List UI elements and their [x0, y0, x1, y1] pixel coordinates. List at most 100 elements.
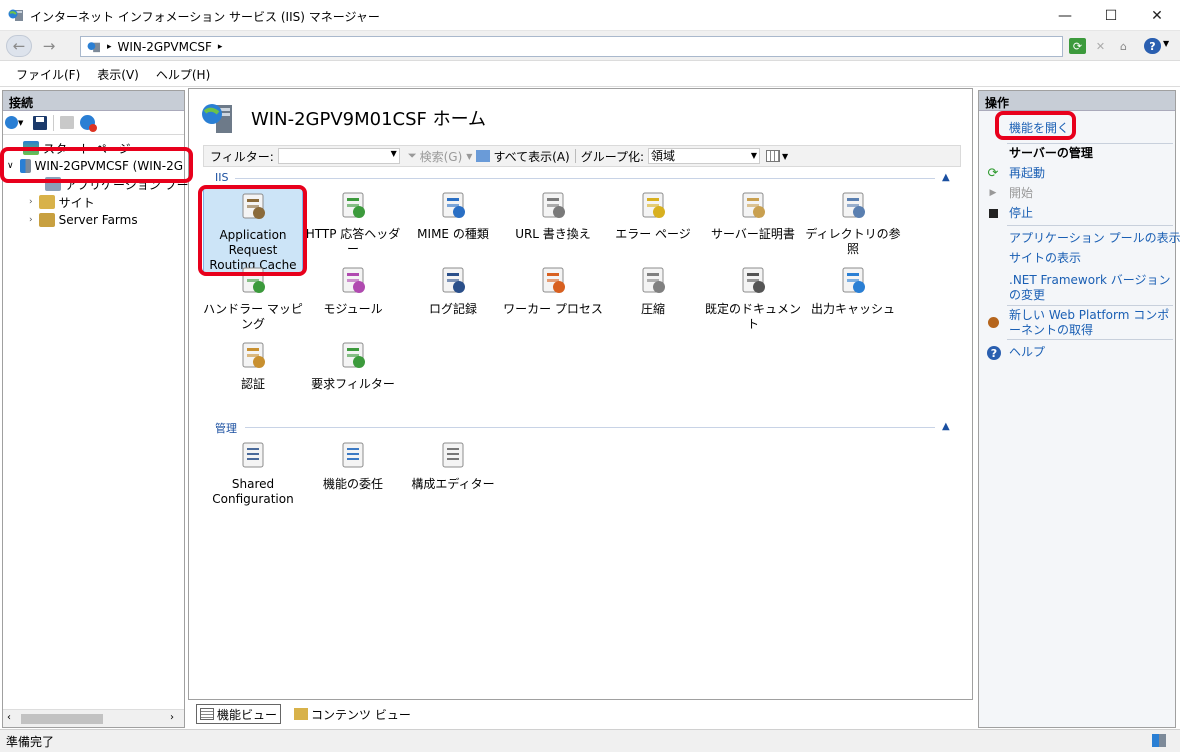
restart-icon: ⟳ [987, 165, 999, 181]
feature-label: ワーカー プロセス [503, 302, 603, 316]
action-separator [1007, 225, 1173, 226]
feature-label: サーバー証明書 [711, 227, 795, 241]
tree-item-app-pools[interactable]: アプリケーション プール [45, 175, 201, 193]
feature-request-filtering[interactable]: 要求フィルター [303, 337, 403, 409]
title-bar: インターネット インフォメーション サービス (IIS) マネージャー — ☐ … [0, 0, 1180, 31]
tab-label: 機能ビュー [217, 707, 278, 722]
feature-label: Shared Configuration [212, 477, 294, 506]
feature-arr-cache[interactable]: Application Request Routing Cache [203, 187, 303, 273]
back-button[interactable]: ← [6, 35, 32, 57]
home-icon[interactable]: ⌂ [1115, 38, 1132, 54]
group-by-select[interactable]: 領域 ▼ [648, 148, 761, 164]
action-separator [1007, 143, 1173, 144]
feature-handler-mappings[interactable]: ハンドラー マッピング [203, 262, 303, 334]
collapse-management-icon[interactable]: ▲ [942, 421, 950, 432]
scroll-right-icon[interactable]: › [170, 712, 174, 723]
address-bar: ← → ▸ WIN-2GPVMCSF ▸ ⟳ ✕ ⌂ ? ▼ [0, 31, 1180, 61]
feature-configuration-editor[interactable]: 構成エディター [403, 437, 503, 509]
feature-label: ディレクトリの参照 [805, 227, 901, 256]
menu-help[interactable]: ヘルプ(H) [156, 66, 210, 83]
scroll-left-icon[interactable]: ‹ [7, 712, 11, 723]
filter-input[interactable]: ▼ [277, 148, 400, 164]
help-icon[interactable]: ? [1144, 38, 1161, 54]
group-divider [245, 427, 935, 428]
restart-link[interactable]: 再起動 [1009, 166, 1045, 181]
menu-file[interactable]: ファイル(F) [16, 66, 80, 83]
feature-output-caching[interactable]: 出力キャッシュ [803, 262, 903, 334]
logging-icon [437, 264, 469, 296]
feature-feature-delegation[interactable]: 機能の委任 [303, 437, 403, 509]
content-view-icon [294, 708, 309, 720]
save-icon[interactable] [33, 115, 47, 130]
feature-http-response-headers[interactable]: HTTP 応答ヘッダー [303, 187, 403, 259]
modules-icon [337, 264, 369, 296]
stop-icon [987, 207, 999, 219]
forward-button[interactable]: → [36, 35, 62, 57]
collapse-iis-icon[interactable]: ▲ [942, 172, 950, 183]
compression-icon [637, 264, 669, 296]
tree-item-start-page[interactable]: スタート ページ [23, 139, 131, 157]
minimize-button[interactable]: — [1042, 0, 1088, 31]
search-label: 検索(G) [419, 149, 463, 164]
tab-content-view[interactable]: コンテンツ ビュー [291, 704, 414, 724]
disconnect-icon[interactable] [80, 115, 97, 132]
server-farms-icon [38, 213, 55, 227]
chevron-right-icon[interactable]: › [29, 215, 33, 225]
feature-authentication[interactable]: 認証 [203, 337, 303, 409]
view-sites-link[interactable]: サイトの表示 [1009, 251, 1081, 266]
feature-server-certificates[interactable]: サーバー証明書 [703, 187, 803, 259]
feature-error-pages[interactable]: エラー ページ [603, 187, 703, 259]
tree-item-server[interactable]: ∨ WIN-2GPVMCSF (WIN-2G [7, 157, 183, 175]
feature-mime-types[interactable]: MIME の種類 [403, 187, 503, 259]
scroll-thumb[interactable] [21, 714, 103, 724]
tab-features-view[interactable]: 機能ビュー [196, 704, 282, 724]
help-dropdown-icon[interactable]: ▼ [1163, 39, 1169, 48]
handler-mappings-icon [237, 264, 269, 296]
connections-toolbar: ▼ [3, 111, 184, 135]
horizontal-scrollbar[interactable]: ‹ › [3, 709, 184, 727]
actions-pane: 操作 機能を開く サーバーの管理 ⟳ 再起動 ▶ 開始 停止 アプリケーション … [978, 90, 1180, 728]
refresh-icon[interactable]: ⟳ [1069, 38, 1086, 54]
open-feature-link[interactable]: 機能を開く [1009, 121, 1069, 136]
feature-compression[interactable]: 圧縮 [603, 262, 703, 334]
feature-logging[interactable]: ログ記録 [403, 262, 503, 334]
address-path[interactable]: ▸ WIN-2GPVMCSF ▸ [80, 36, 1063, 57]
search-button[interactable]: ⏷ 検索(G) [408, 148, 462, 165]
search-dropdown-icon[interactable]: ▼ [466, 152, 472, 161]
connect-icon[interactable]: ▼ [5, 115, 27, 131]
feature-url-rewrite[interactable]: URL 書き換え [503, 187, 603, 259]
show-all-button[interactable]: すべて表示(A) [476, 148, 570, 165]
directory-browsing-icon [837, 189, 869, 221]
feature-delegation-icon [337, 439, 369, 471]
tree-item-sites[interactable]: › サイト [29, 193, 95, 211]
get-web-platform-link[interactable]: 新しい Web Platform コンポーネントの取得 [1009, 308, 1173, 338]
chevron-right-icon[interactable]: › [29, 197, 33, 207]
web-platform-icon [987, 316, 999, 328]
tree-item-server-farms[interactable]: › Server Farms [29, 211, 138, 229]
view-mode-button[interactable]: ▼ [766, 150, 788, 162]
menu-view[interactable]: 表示(V) [97, 66, 139, 83]
feature-worker-processes[interactable]: ワーカー プロセス [503, 262, 603, 334]
menu-bar: ファイル(F) 表示(V) ヘルプ(H) [0, 62, 1180, 87]
change-net-version-link[interactable]: .NET Framework バージョンの変更 [1009, 273, 1171, 303]
breadcrumb-server[interactable]: WIN-2GPVMCSF [118, 40, 212, 54]
window-title: インターネット インフォメーション サービス (IIS) マネージャー [30, 10, 380, 24]
stop-link[interactable]: 停止 [1009, 206, 1033, 221]
server-icon [19, 159, 31, 173]
maximize-button[interactable]: ☐ [1088, 0, 1134, 31]
help-link[interactable]: ヘルプ [1009, 345, 1045, 360]
tree-item-label: Server Farms [58, 213, 138, 227]
feature-directory-browsing[interactable]: ディレクトリの参照 [803, 187, 903, 259]
stop-icon[interactable]: ✕ [1092, 38, 1109, 54]
feature-modules[interactable]: モジュール [303, 262, 403, 334]
close-button[interactable]: ✕ [1134, 0, 1180, 31]
feature-default-document[interactable]: 既定のドキュメント [703, 262, 803, 334]
actions-title: 操作 [979, 91, 1175, 111]
view-app-pools-link[interactable]: アプリケーション プールの表示 [1009, 231, 1180, 246]
status-text: 準備完了 [6, 735, 55, 749]
server-home-icon [202, 104, 232, 133]
view-tabs: 機能ビュー コンテンツ ビュー [190, 702, 973, 726]
feature-shared-configuration[interactable]: Shared Configuration [203, 437, 303, 509]
up-icon[interactable] [60, 116, 74, 129]
feature-label: ハンドラー マッピング [203, 302, 303, 331]
